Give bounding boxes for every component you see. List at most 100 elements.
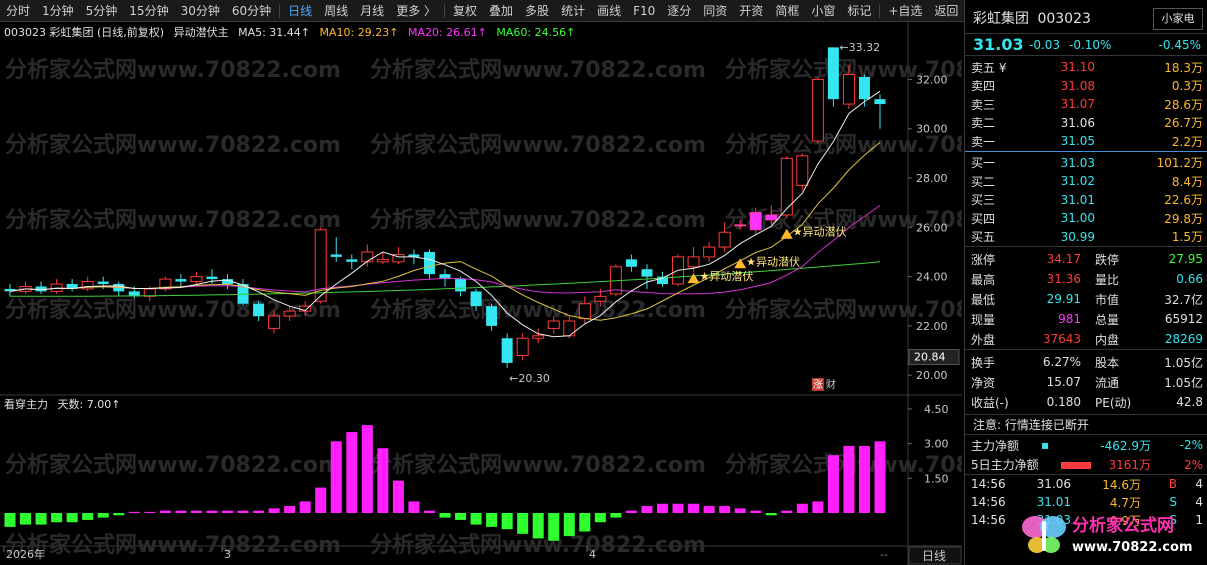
candle-down [486,306,498,326]
bids-row[interactable]: 买三 31.01 22.6万 [965,191,1207,210]
candle-down [346,259,358,262]
candle-down [470,291,482,307]
toolbar-item[interactable]: 开资 [733,0,769,22]
candle-up [796,155,809,186]
sub-bar [113,513,125,516]
toolbar-item[interactable]: 更多 〉 [390,0,442,22]
watermark-text: 分析家公式网www.70822.com [370,132,706,158]
stat-value: 6.27% [1042,355,1081,369]
watermark-text: 分析家公式网www.70822.com [370,57,706,83]
stat-label: 涨停 [971,252,996,267]
toolbar-item[interactable]: 5分钟 [80,0,124,22]
toolbar-item[interactable]: 小窗 [805,0,841,22]
price-tick-label: 28.00 [916,172,948,185]
toolbar-item[interactable]: 1分钟 [36,0,80,22]
bids-volume: 22.6万 [1164,193,1203,208]
period-button[interactable]: 日线 [922,549,946,563]
asks-row[interactable]: 卖五 ¥ 31.10 18.3万 [965,58,1207,77]
watermark-text: 分析家公式网www.70822.com [5,132,341,158]
price-tick-label: 22.00 [916,320,948,333]
sub-tick-label: 1.50 [924,472,949,485]
toolbar-separator [879,3,881,18]
stat-value: 1.05亿 [1164,375,1203,390]
stats-block: 涨停 34.17 跌停 27.95 最高 31.36 量比 0.66 最低 29.91 市值 32.7… [965,247,1207,350]
toolbar-item[interactable]: +自选 [882,0,928,22]
quote-header: 彩虹集团 003023 小家电 [965,0,1207,34]
quote-panel: 彩虹集团 003023 小家电 31.03 -0.03 -0.10% -0.45… [964,0,1207,565]
toolbar-item[interactable]: 分时 [0,0,36,22]
watermark-text: 分析家公式网www.70822.com [5,297,341,323]
sub-bar [439,513,451,518]
toolbar-item[interactable]: 叠加 [483,0,519,22]
toolbar-item[interactable]: 30分钟 [175,0,226,22]
asks-row[interactable]: 卖一 31.05 2.2万 [965,132,1207,151]
stat-row: 涨停 34.17 跌停 27.95 [965,249,1207,269]
asks-volume: 2.2万 [1171,134,1203,149]
sub-bar [268,508,280,513]
toolbar-item[interactable]: 60分钟 [226,0,277,22]
toolbar-item[interactable]: 同资 [697,0,733,22]
sub-bar [812,501,824,513]
bids-row[interactable]: 买五 30.99 1.5万 [965,228,1207,247]
sector-button[interactable]: 小家电 [1153,8,1203,30]
sub-bar [501,513,513,530]
kline-chart[interactable]: 分析家公式网www.70822.com 分析家公式网www.70822.com 分析… [0,22,1061,565]
watermark-text: 分析家公式网www.70822.com [370,207,706,233]
stat-row: 换手 6.27% 股本 1.05亿 [965,352,1207,372]
sub-bar [517,513,529,534]
toolbar-item[interactable]: 周线 [318,0,354,22]
current-price-axis-label: 20.84 [914,351,946,364]
asks-row[interactable]: 卖二 31.06 26.7万 [965,114,1207,133]
sub-bar [641,506,653,513]
toolbar-item[interactable]: 标记 [841,0,877,22]
toolbar-item[interactable]: 逐分 [661,0,697,22]
toolbar-item[interactable]: 返回 [928,0,964,22]
toolbar-item[interactable]: 复权 [447,0,483,22]
sub-bar [719,506,731,513]
sub-indicator-title[interactable]: 看穿主力 [4,398,48,411]
candle-up [563,320,576,337]
high-label: ←33.32 [839,41,880,54]
bids-row[interactable]: 买二 31.02 8.4万 [965,172,1207,191]
bids-volume: 8.4万 [1171,174,1203,189]
toolbar-item[interactable]: 月线 [354,0,390,22]
toolbar-item[interactable]: 统计 [555,0,591,22]
stat-label: 跌停 [1095,252,1120,267]
asks-label: 卖四 [971,79,996,94]
sub-bar [66,513,78,523]
sub-bar [190,510,202,513]
toolbar-item[interactable]: 日线 [282,0,318,22]
bids-row[interactable]: 买四 31.00 29.8万 [965,209,1207,228]
asks-row[interactable]: 卖四 31.08 0.3万 [965,77,1207,96]
stat-row: 最高 31.36 量比 0.66 [965,269,1207,289]
toolbar-item[interactable]: 简框 [769,0,805,22]
stat-label: 最低 [971,292,996,307]
price-change: -0.03 [1029,38,1061,52]
bid-book: 买一 31.03 101.2万 买二 31.02 8.4万 买三 31.01 22.6万 买四 31… [965,152,1207,247]
asks-row[interactable]: 卖三 31.07 28.6万 [965,95,1207,114]
candle-up [687,256,700,268]
sub-bar [330,441,342,513]
date-label: 4 [589,548,596,561]
sub-bar [781,510,793,513]
toolbar-item[interactable]: 多股 [519,0,555,22]
bids-row[interactable]: 买一 31.03 101.2万 [965,154,1207,173]
current-price: 31.03 [973,35,1024,54]
watermark-text: 分析家公式网www.70822.com [370,452,706,478]
tick-v: 14.6万 [1102,477,1141,492]
stat-label: PE(动) [1095,395,1132,410]
price-tick-label: 32.00 [916,73,948,86]
price-tick-label: 26.00 [916,221,948,234]
sub-bar [4,513,16,527]
sub-bar [579,513,591,532]
kline-chart-area[interactable]: 分析家公式网www.70822.com 分析家公式网www.70822.com 分析… [0,22,1061,565]
watermark-text: 分析家公式网www.70822.com [5,452,341,478]
main-net-value: -462.9万 [1100,438,1151,453]
connection-notice: 注意: 行情连接已断开 [965,415,1207,435]
watermark-text: 分析家公式网www.70822.com [5,207,341,233]
indicator-name[interactable]: 异动潜伏主 [174,26,229,39]
toolbar-item[interactable]: 画线 [591,0,627,22]
toolbar-item[interactable]: 15分钟 [123,0,174,22]
candle-down [175,279,187,282]
toolbar-item[interactable]: F10 [627,0,661,22]
